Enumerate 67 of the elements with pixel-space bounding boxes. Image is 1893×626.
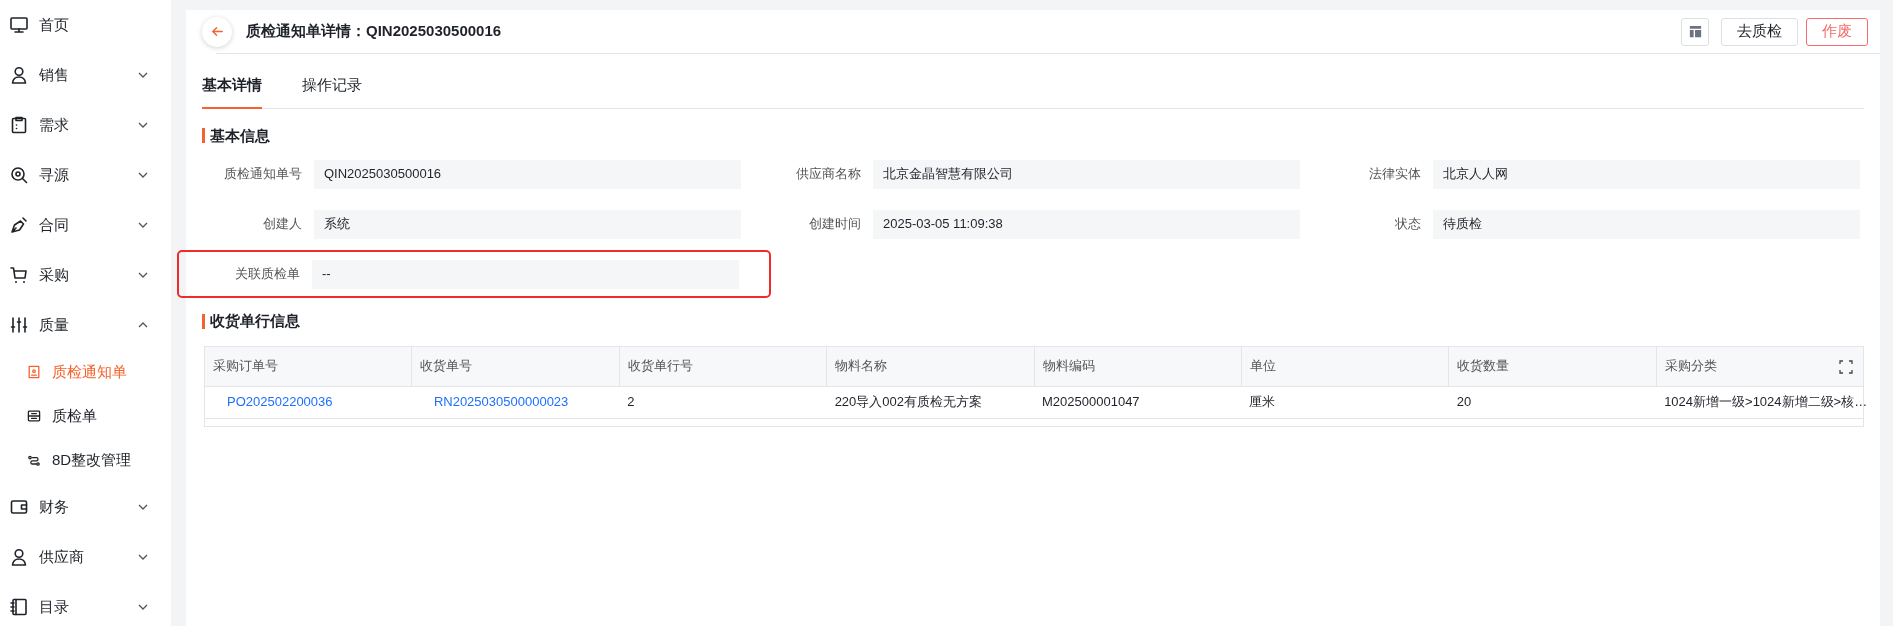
fullscreen-icon[interactable]	[1839, 359, 1853, 374]
section-marker	[202, 313, 205, 329]
page-title: 质检通知单详情：QIN2025030500016	[246, 21, 502, 42]
field-label: 关联质检单	[234, 265, 301, 284]
order-link[interactable]: RN2025030500000023	[433, 394, 569, 410]
section-marker	[202, 128, 205, 144]
scan-icon	[26, 408, 42, 424]
layout-icon	[1687, 24, 1703, 39]
field-label: 质检通知单号	[223, 165, 303, 184]
table-cell: 厘米	[1241, 386, 1449, 418]
order-link[interactable]: PO202502200036	[227, 394, 333, 410]
cart-icon	[9, 265, 29, 285]
sidebar-item[interactable]: 合同	[0, 200, 171, 250]
sidebar-item[interactable]: 首页	[0, 0, 171, 50]
column-header: 收货数量	[1448, 346, 1657, 386]
sidebar-item[interactable]: 供应商	[0, 532, 171, 582]
sidebar-item[interactable]: 财务	[0, 482, 171, 532]
field-value: 北京人人网	[1433, 159, 1860, 189]
sidebar-item[interactable]: 目录	[0, 582, 171, 626]
column-header: 物料名称	[826, 346, 1034, 386]
column-header: 采购订单号	[204, 346, 412, 386]
sidebar-subitem[interactable]: 8D整改管理	[0, 438, 171, 482]
back-arrow-icon	[209, 24, 225, 39]
sidebar-item[interactable]: 寻源	[0, 150, 171, 200]
pen-icon	[9, 215, 29, 235]
field-value: 系统	[314, 209, 741, 239]
section-title: 收货单行信息	[210, 311, 300, 331]
book-icon	[9, 597, 29, 617]
field-label: 创建人	[262, 215, 303, 234]
table-cell: 20	[1448, 386, 1657, 418]
sidebar-item[interactable]: 质量	[0, 300, 171, 350]
table-cell: M202500001047	[1034, 386, 1242, 418]
person-icon	[9, 547, 29, 567]
field-value: 北京金晶智慧有限公司	[873, 159, 1300, 189]
person-icon	[9, 65, 29, 85]
field-label: 状态	[1394, 215, 1422, 234]
sliders-icon	[9, 315, 29, 335]
inspect-button[interactable]: 去质检	[1721, 17, 1798, 46]
table-cell: 1024新增一级>1024新增二级>核…	[1656, 386, 1864, 418]
wallet-icon	[9, 497, 29, 517]
column-header: 收货单行号	[619, 346, 827, 386]
field-value: 待质检	[1433, 209, 1860, 239]
field-label: 供应商名称	[795, 165, 862, 184]
search-icon	[9, 165, 29, 185]
document-icon	[26, 364, 42, 380]
field-label: 创建时间	[808, 215, 862, 234]
column-header: 采购分类	[1656, 346, 1864, 386]
sidebar-subitem[interactable]: 质检单	[0, 394, 171, 438]
monitor-icon	[9, 15, 29, 35]
field-label: 法律实体	[1368, 165, 1422, 184]
column-header: 单位	[1241, 346, 1449, 386]
tab[interactable]: 基本详情	[202, 74, 262, 109]
field-value: QIN2025030500016	[314, 159, 741, 189]
tab[interactable]: 操作记录	[302, 74, 362, 109]
section-title: 基本信息	[210, 125, 270, 146]
sidebar-item[interactable]: 销售	[0, 50, 171, 100]
table-cell: 220导入002有质检无方案	[826, 386, 1034, 418]
back-button[interactable]	[202, 16, 232, 47]
layout-button[interactable]	[1681, 17, 1709, 46]
field-value: --	[312, 259, 739, 289]
field-value: 2025-03-05 11:09:38	[873, 209, 1300, 239]
column-header: 收货单号	[411, 346, 620, 386]
column-header: 物料编码	[1034, 346, 1242, 386]
sidebar-item[interactable]: 需求	[0, 100, 171, 150]
sidebar-item[interactable]: 采购	[0, 250, 171, 300]
clipboard-icon	[9, 115, 29, 135]
table-cell: 2	[619, 386, 827, 418]
